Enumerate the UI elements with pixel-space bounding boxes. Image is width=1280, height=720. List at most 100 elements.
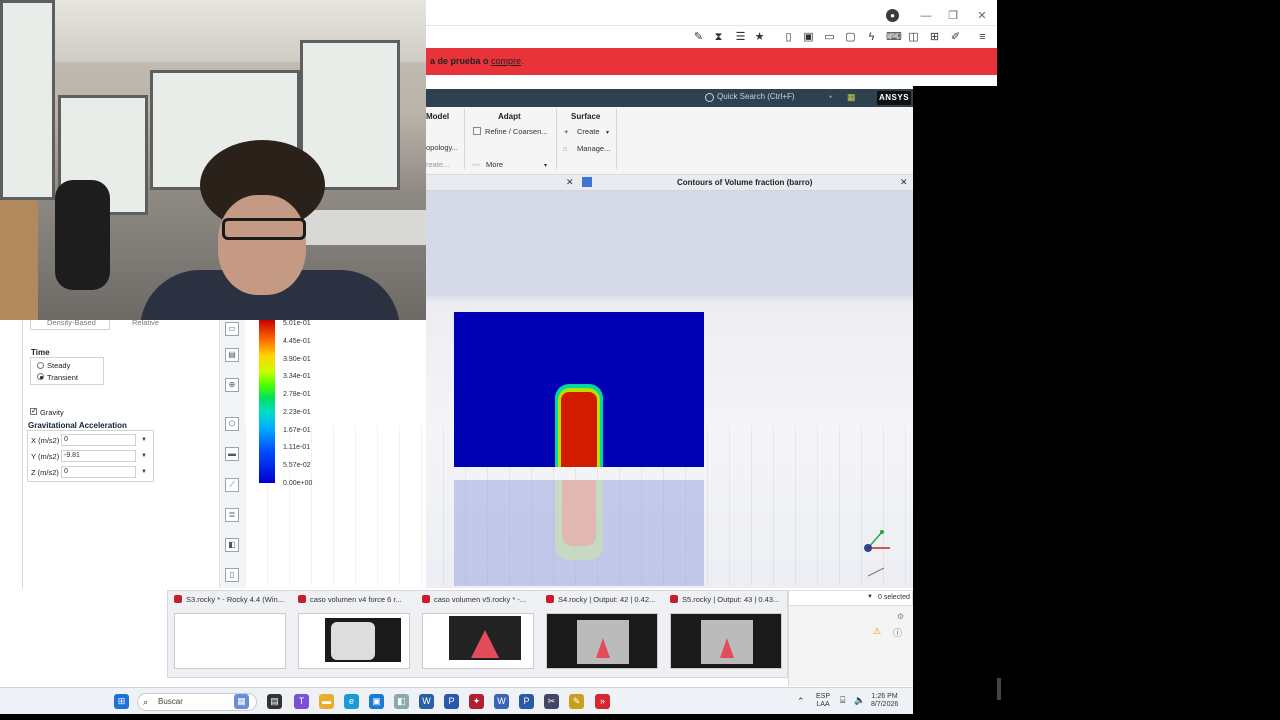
chevron-down-icon[interactable]: ▼ <box>141 437 147 443</box>
contour-plot <box>454 312 704 467</box>
close-button[interactable]: ✕ <box>974 8 990 24</box>
zoom-tool-icon[interactable]: ⊕ <box>225 378 239 392</box>
keyboard-icon[interactable]: ⌨ <box>886 31 902 44</box>
selection-count: 0 selected <box>878 594 910 601</box>
surface-create-button[interactable]: Create <box>577 127 600 136</box>
colorbar-tick-label: 3.90e-01 <box>283 355 311 363</box>
help-icon[interactable]: ◔ <box>827 92 832 102</box>
chevron-down-icon[interactable]: ▼ <box>867 594 873 600</box>
word-2-icon[interactable]: W <box>494 694 509 709</box>
widget-icon[interactable]: ▦ <box>234 694 249 709</box>
book-icon[interactable]: ▣ <box>802 31 815 44</box>
start-icon[interactable]: ⊞ <box>114 694 129 709</box>
chevron-up-icon[interactable]: ⌃ <box>797 696 805 707</box>
info-icon[interactable]: ⓘ <box>893 626 902 639</box>
chart-tool-icon[interactable]: ⟋ <box>225 478 239 492</box>
chevron-down-icon[interactable]: ▾ <box>544 162 547 169</box>
refine-icon <box>473 127 481 135</box>
graphics-tab-icon[interactable] <box>582 177 592 187</box>
database-icon[interactable]: ☰ <box>734 31 747 44</box>
window-preview[interactable]: S4.rocky | Output: 42 | 0.42... <box>540 591 662 677</box>
refine-coarsen-button[interactable]: Refine / Coarsen... <box>485 127 548 136</box>
preview-thumbnail <box>546 613 658 669</box>
transient-radio[interactable] <box>37 373 44 380</box>
acrobat-icon[interactable]: ✦ <box>469 694 484 709</box>
rocky-app-icon <box>670 595 678 603</box>
p-app-icon[interactable]: P <box>444 694 459 709</box>
window-preview[interactable]: S5.rocky | Output: 43 | 0.43... <box>664 591 786 677</box>
topology-button[interactable]: opology... <box>426 143 458 152</box>
puzzle-icon[interactable]: ⊞ <box>928 31 941 44</box>
pen-app-icon[interactable]: ✎ <box>569 694 584 709</box>
window-preview[interactable]: caso volumen v4 force 6 r... <box>292 591 414 677</box>
scrollbar[interactable] <box>997 678 1001 700</box>
app-icon[interactable]: ◧ <box>394 694 409 709</box>
chevron-down-icon[interactable]: ▼ <box>141 453 147 459</box>
panel-border <box>22 320 23 588</box>
p-app-2-icon[interactable]: P <box>519 694 534 709</box>
surface-manage-button[interactable]: Manage... <box>577 144 610 153</box>
tool-icon[interactable]: ✂ <box>544 694 559 709</box>
layer-tool-icon[interactable]: ◧ <box>225 538 239 552</box>
star-icon[interactable]: ★ <box>753 31 766 44</box>
extension-icon[interactable]: ◫ <box>907 31 920 44</box>
window-icon[interactable]: ▭ <box>823 31 836 44</box>
ribbon-group-surface: Surface <box>571 112 601 121</box>
task-view-icon[interactable]: ▤ <box>267 694 282 709</box>
fit-tool-icon[interactable]: ▤ <box>225 348 239 362</box>
buy-link[interactable]: compre <box>491 56 521 66</box>
word-icon[interactable]: W <box>419 694 434 709</box>
steady-radio[interactable] <box>37 362 44 369</box>
more-button[interactable]: More <box>486 160 503 169</box>
quick-search-input[interactable]: Quick Search (Ctrl+F) <box>717 92 795 101</box>
chevron-down-icon[interactable]: ▼ <box>141 469 147 475</box>
transient-label: Transient <box>47 373 78 382</box>
layout-icon[interactable]: ▦ <box>847 92 856 103</box>
ansys-logo: ANSYS <box>877 91 911 105</box>
language-indicator[interactable]: ESP LAA <box>816 693 830 709</box>
pen-icon[interactable]: ✐ <box>949 31 962 44</box>
bolt-icon[interactable]: ϟ <box>865 31 878 44</box>
teams-icon[interactable]: T <box>294 694 309 709</box>
volume-icon[interactable]: 🔈 <box>854 695 865 706</box>
list-tool-icon[interactable]: ≣ <box>225 508 239 522</box>
menu-icon[interactable]: ≡ <box>976 31 989 44</box>
lang-bottom: LAA <box>816 701 830 708</box>
edge-icon[interactable]: e <box>344 694 359 709</box>
desktop-screen: ● — ❐ ✕ ✎ ⧗ ☰ ★ ▯ ▣ ▭ ▢ ϟ ⌨ ◫ ⊞ ✐ ≡ a de… <box>0 0 1280 720</box>
y-gravity-field[interactable]: -9.81 <box>61 450 136 462</box>
window-preview[interactable]: caso volumen v5.rocky * -... <box>416 591 538 677</box>
window-preview[interactable]: S3.rocky * - Rocky 4.4 (Win... <box>168 591 290 677</box>
gear-icon[interactable]: ⚙ <box>897 612 904 621</box>
comment-icon[interactable]: ▢ <box>844 31 857 44</box>
rotate-tool-icon[interactable]: ⬡ <box>225 417 239 431</box>
time-heading: Time <box>31 348 50 357</box>
minimize-button[interactable]: — <box>918 8 934 24</box>
gravity-checkbox[interactable]: ✓ <box>30 408 37 415</box>
ansys-header-bar: Quick Search (Ctrl+F) ◔ ▦ ANSYS <box>426 89 913 107</box>
profile-icon[interactable]: ● <box>886 9 899 22</box>
chevron-down-icon[interactable]: ▾ <box>606 129 609 136</box>
warning-icon[interactable]: ⚠ <box>873 626 881 637</box>
restore-button[interactable]: ❐ <box>945 8 961 24</box>
hourglass-icon[interactable]: ⧗ <box>712 31 725 44</box>
pan-tool-icon[interactable]: ▬ <box>225 447 239 461</box>
frame-tool-icon[interactable]: ▯ <box>225 568 239 582</box>
taskbar-preview-strip: S3.rocky * - Rocky 4.4 (Win... caso volu… <box>167 590 788 678</box>
create-button[interactable]: reate... <box>426 160 449 169</box>
page-icon[interactable]: ▯ <box>782 31 795 44</box>
pointer-tool-icon[interactable]: ▭ <box>225 322 239 336</box>
axis-triad-icon[interactable] <box>860 528 894 578</box>
steady-label: Steady <box>47 361 71 370</box>
rocky-taskbar-icon[interactable]: » <box>595 694 610 709</box>
z-gravity-field[interactable]: 0 <box>61 466 136 478</box>
store-icon[interactable]: ▣ <box>369 694 384 709</box>
x-gravity-field[interactable]: 0 <box>61 434 136 446</box>
close-view-icon[interactable]: ✕ <box>900 177 908 188</box>
edit-icon[interactable]: ✎ <box>692 31 705 44</box>
close-tab-icon[interactable]: ✕ <box>566 177 574 188</box>
network-icon[interactable]: ⌸ <box>840 695 845 706</box>
clock[interactable]: 1:26 PM 8/7/2026 <box>871 693 898 709</box>
folder-icon[interactable]: ▬ <box>319 694 334 709</box>
x-gravity-label: X (m/s2) <box>31 436 60 445</box>
